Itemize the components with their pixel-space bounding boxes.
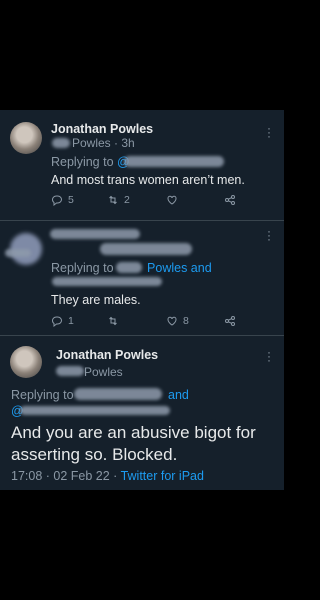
share-icon	[225, 195, 235, 205]
mention-and: and	[168, 388, 189, 402]
like-icon	[167, 195, 177, 205]
share-icon	[225, 316, 235, 326]
redacted-mention-line	[52, 277, 162, 286]
redacted-handle	[56, 366, 84, 376]
reply-count: 5	[68, 194, 74, 206]
replying-prefix: Replying to	[11, 388, 74, 402]
redacted-mention	[74, 388, 162, 400]
redacted-handle	[52, 138, 70, 148]
avatar[interactable]	[10, 122, 42, 154]
tweet-jonathan-1[interactable]: Jonathan Powles Powles · 3h · · · Replying…	[0, 110, 284, 220]
retweet-icon	[109, 316, 117, 326]
more-icon[interactable]: · · ·	[266, 122, 272, 142]
handle-suffix: Powles	[72, 136, 111, 150]
author-handle: Powles · 3h	[72, 136, 135, 150]
redacted-avatar-mark	[5, 249, 31, 257]
redacted-mention-line	[20, 406, 170, 415]
tweet-timestamp: 17:08 · 02 Feb 22 · Twitter for iPad	[11, 469, 204, 483]
avatar[interactable]	[10, 346, 42, 378]
tweet-reply-2[interactable]: · · · Replying to Powles and They are male…	[0, 221, 284, 335]
replying-to: Replying to	[11, 388, 74, 402]
like-action[interactable]: 8	[166, 315, 189, 327]
retweet-count: 2	[124, 194, 130, 206]
replying-prefix: Replying to	[51, 155, 114, 169]
like-icon	[167, 316, 177, 326]
tweet-text: And most trans women aren’t men.	[51, 173, 245, 187]
tweet-thread: Jonathan Powles Powles · 3h · · · Replying…	[0, 110, 284, 490]
author-name[interactable]: Jonathan Powles	[56, 348, 158, 362]
mention[interactable]: Powles and	[147, 261, 212, 275]
like-count: 8	[183, 315, 189, 327]
redacted-handle	[100, 243, 192, 255]
author-name[interactable]: Jonathan Powles	[51, 122, 153, 136]
reply-icon	[52, 195, 62, 206]
reply-action[interactable]: 1	[51, 315, 74, 327]
retweet-action[interactable]: 2	[107, 194, 130, 206]
tweet-time: · 3h	[114, 136, 135, 150]
share-action[interactable]	[224, 315, 236, 327]
tweet-text: They are males.	[51, 293, 141, 307]
like-action[interactable]	[166, 194, 183, 206]
retweet-action[interactable]	[107, 315, 124, 327]
tweet-text: And you are an abusive bigot for asserti…	[11, 423, 256, 464]
tweet-jonathan-focused[interactable]: Jonathan Powles Powles · · · Replying to a…	[0, 336, 284, 490]
redacted-name	[50, 229, 140, 239]
source-link[interactable]: Twitter for iPad	[121, 469, 204, 483]
replying-to: Replying to @	[51, 155, 130, 169]
replying-prefix: Replying to	[51, 261, 114, 275]
redacted-mention	[124, 156, 224, 167]
more-icon[interactable]: · · ·	[266, 346, 272, 366]
mention[interactable]: and	[168, 388, 189, 402]
redacted-mention	[116, 262, 142, 273]
more-icon[interactable]: · · ·	[266, 225, 272, 245]
reply-count: 1	[68, 315, 74, 327]
retweet-icon	[109, 195, 117, 205]
author-handle: Powles	[84, 365, 123, 379]
share-action[interactable]	[224, 194, 236, 206]
reply-icon	[52, 316, 62, 327]
reply-action[interactable]: 5	[51, 194, 74, 206]
timestamp: 17:08 · 02 Feb 22 ·	[11, 469, 121, 483]
